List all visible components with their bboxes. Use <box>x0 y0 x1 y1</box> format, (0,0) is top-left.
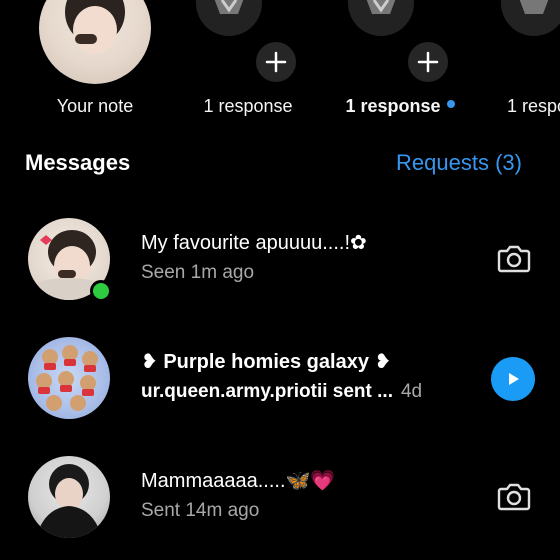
camera-icon <box>497 245 531 273</box>
play-button[interactable] <box>491 357 535 401</box>
thread-avatar[interactable] <box>28 337 110 419</box>
thread-timestamp: 4d <box>400 381 423 402</box>
requests-link[interactable]: Requests (3) <box>396 150 522 176</box>
note-your[interactable]: Your note <box>30 0 160 130</box>
note-avatar-image-2 <box>348 0 414 36</box>
thread-avatar-image <box>36 464 102 538</box>
thread-row[interactable]: My favourite apuuuu....!✿ Seen 1m ago <box>0 218 560 318</box>
thread-last-message-text: ur.queen.army.priotii sent ... <box>141 381 393 402</box>
thread-status: Sent 14m ago <box>141 500 260 521</box>
note-avatar-3[interactable] <box>501 0 560 36</box>
add-note-button-1[interactable] <box>254 40 298 84</box>
camera-icon <box>497 483 531 511</box>
thread-status: Seen 1m ago <box>141 262 255 283</box>
thread-name: My favourite apuuuu....!✿ <box>141 232 367 254</box>
plus-icon <box>417 51 439 73</box>
thread-name: Mammaaaaa.....🦋💗 <box>141 470 336 492</box>
your-note-avatar[interactable] <box>39 0 151 84</box>
thread-name: ❥ Purple homies galaxy ❥ <box>141 351 392 373</box>
your-note-avatar-image <box>65 0 125 54</box>
note-caption-1: 1 response <box>203 96 293 116</box>
note-caption-2-text: 1 response <box>345 96 441 116</box>
camera-button[interactable] <box>496 478 532 514</box>
add-note-button-2[interactable] <box>406 40 450 84</box>
note-response-3[interactable]: 1 respo <box>488 0 560 130</box>
thread-last-message: ur.queen.army.priotii sent ... 4d <box>141 381 422 403</box>
camera-button[interactable] <box>496 240 532 276</box>
online-status-indicator <box>90 280 112 302</box>
play-icon <box>509 373 519 385</box>
note-avatar-image-1 <box>196 0 262 36</box>
note-response-1[interactable]: 1 response <box>183 0 313 130</box>
note-avatar-1[interactable] <box>196 0 262 36</box>
thread-row[interactable]: Mammaaaaa.....🦋💗 Sent 14m ago <box>0 456 560 556</box>
thread-avatar-image <box>36 345 98 411</box>
thread-avatar[interactable] <box>28 456 110 538</box>
note-avatar-image-3 <box>501 0 560 36</box>
thread-row[interactable]: ❥ Purple homies galaxy ❥ ur.queen.army.p… <box>0 337 560 437</box>
note-caption-2: 1 response <box>335 96 465 117</box>
plus-icon <box>265 51 287 73</box>
note-avatar-2[interactable] <box>348 0 414 36</box>
messages-title: Messages <box>25 150 131 175</box>
unread-dot <box>446 100 455 109</box>
messages-header: Messages Requests (3) <box>0 148 560 180</box>
note-response-2[interactable]: 1 response <box>335 0 465 130</box>
notes-row: Your note 1 response 1 response 1 resp <box>0 0 560 130</box>
note-caption-3: 1 respo <box>507 96 560 116</box>
note-caption-your: Your note <box>56 96 134 116</box>
